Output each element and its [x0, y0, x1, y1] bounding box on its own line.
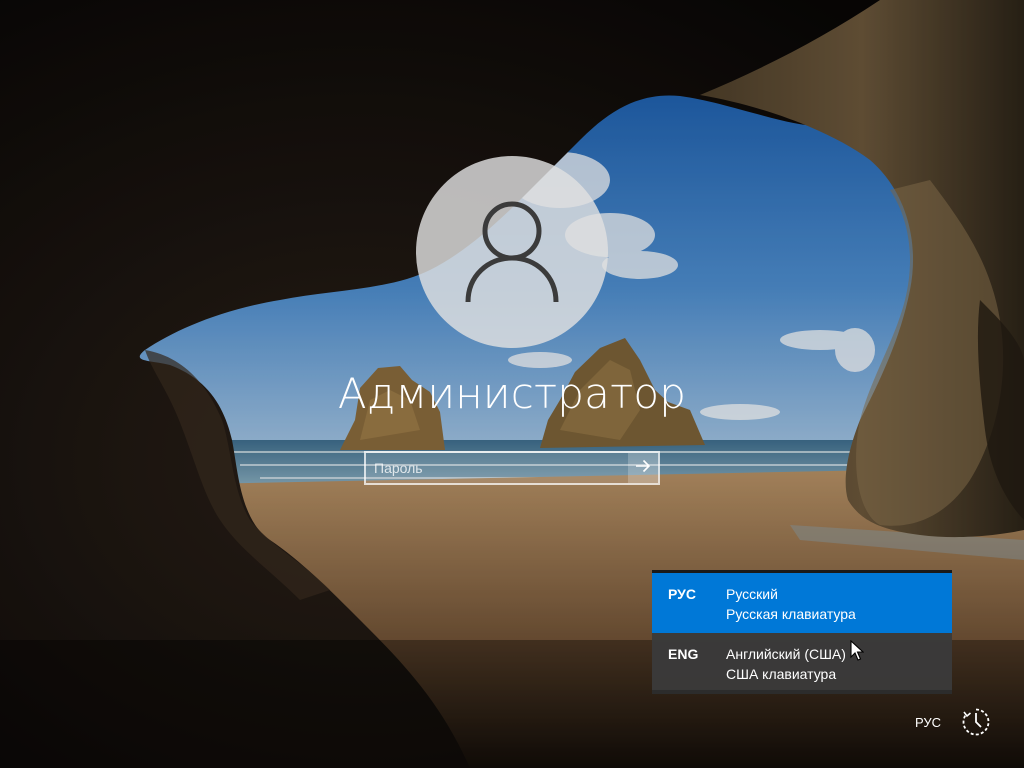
keyboard-name: США клавиатура — [726, 666, 837, 682]
arrow-right-icon — [635, 458, 651, 478]
keyboard-name: Русская клавиатура — [726, 606, 856, 622]
language-indicator-button[interactable]: РУС — [904, 713, 952, 733]
language-code: РУС — [668, 586, 696, 602]
lock-screen: Администратор РУС Русский Русская клавиа… — [0, 0, 1024, 768]
password-field — [364, 451, 660, 485]
submit-button[interactable] — [628, 453, 658, 483]
language-menu: РУС Русский Русская клавиатура ENG Англи… — [652, 570, 952, 694]
ease-of-access-icon — [961, 707, 991, 741]
ease-of-access-button[interactable] — [958, 706, 994, 742]
user-avatar — [416, 156, 608, 348]
user-icon — [462, 198, 562, 306]
user-name: Администратор — [337, 369, 687, 418]
language-code: ENG — [668, 646, 699, 662]
password-input[interactable] — [366, 453, 628, 483]
language-name: Русский — [726, 586, 778, 602]
language-item-english[interactable]: ENG Английский (США) США клавиатура — [652, 633, 952, 693]
language-name: Английский (США) — [726, 646, 846, 662]
language-item-russian[interactable]: РУС Русский Русская клавиатура — [652, 573, 952, 633]
